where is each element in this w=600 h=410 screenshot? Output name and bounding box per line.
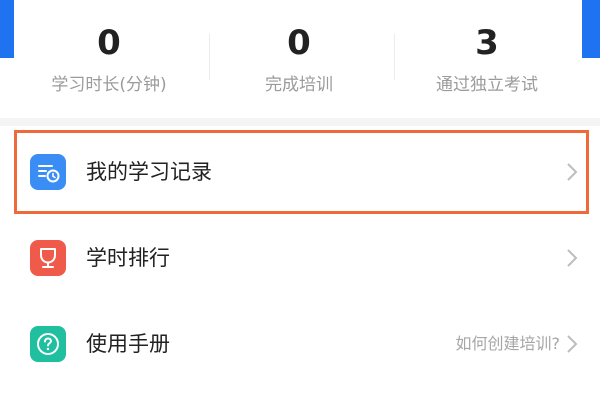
menu-label: 学时排行 xyxy=(86,246,170,270)
stat-label: 学习时长(分钟) xyxy=(51,75,167,95)
stat-value: 0 xyxy=(97,23,121,63)
create-training-hint[interactable]: 如何创建培训? xyxy=(456,333,561,355)
highlight-box xyxy=(14,130,589,214)
section-divider xyxy=(0,118,600,126)
chevron-right-icon xyxy=(567,249,578,267)
stat-label: 完成培训 xyxy=(265,75,333,95)
trophy-icon xyxy=(30,240,66,276)
stat-value: 3 xyxy=(475,23,499,63)
stats-card: 0 学习时长(分钟) 0 完成培训 3 通过独立考试 xyxy=(14,0,582,115)
menu-item-hours-ranking[interactable]: 学时排行 xyxy=(0,218,600,298)
stat-completed-trainings[interactable]: 0 完成培训 xyxy=(204,20,394,95)
menu-item-user-manual[interactable]: 使用手册 如何创建培训? xyxy=(0,304,600,384)
stat-value: 0 xyxy=(287,23,311,63)
stat-passed-exams[interactable]: 3 通过独立考试 xyxy=(392,20,582,95)
help-icon xyxy=(30,326,66,362)
menu-label: 使用手册 xyxy=(86,332,170,356)
chevron-right-icon xyxy=(567,335,578,353)
stat-label: 通过独立考试 xyxy=(436,75,538,95)
stat-study-duration[interactable]: 0 学习时长(分钟) xyxy=(14,20,204,95)
